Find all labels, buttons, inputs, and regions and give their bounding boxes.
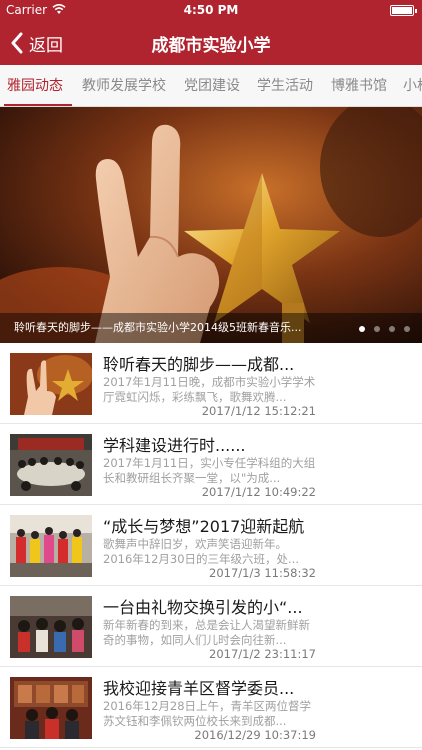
news-date: 2016/12/29 10:37:19	[194, 728, 316, 742]
page-indicator	[359, 326, 410, 332]
news-date: 2017/1/12 10:49:22	[201, 485, 316, 499]
news-summary: 2017年1月11日晚，成都市实验小学学术厅霓虹闪烁，彩练飘飞，歌舞欢腾...	[103, 375, 316, 404]
page-title: 成都市实验小学	[151, 36, 271, 56]
news-list: 聆听春天的脚步——成都... 2017年1月11日晚，成都市实验小学学术厅霓虹闪…	[0, 343, 422, 748]
news-title: 我校迎接青羊区督学委员...	[103, 679, 295, 698]
category-tabs: 雅园动态 教师发展学校 党团建设 学生活动 博雅书馆 小棉	[0, 65, 422, 107]
news-summary: 新年新春的到来，总是会让人渴望新鲜新奇的事物，如同人们儿时会向往新...	[103, 618, 310, 647]
news-thumbnail	[10, 353, 92, 415]
tab-boya-library[interactable]: 博雅书馆	[331, 65, 387, 106]
news-title: 聆听春天的脚步——成都...	[103, 355, 295, 374]
news-thumbnail	[10, 596, 92, 658]
tab-teacher-development[interactable]: 教师发展学校	[82, 65, 166, 106]
navigation-bar: 返回 成都市实验小学	[0, 20, 422, 65]
battery-icon	[390, 5, 417, 16]
page-dot-4	[404, 326, 410, 332]
banner-image	[0, 107, 422, 343]
page-dot-3	[389, 326, 395, 332]
active-tab-indicator	[4, 104, 72, 106]
page-dot-2	[374, 326, 380, 332]
status-time: 4:50 PM	[183, 3, 239, 17]
news-summary: 2017年1月11日，实小专任学科组的大组长和教研组长齐聚一堂，以"为成...	[103, 456, 316, 485]
page-dot-1	[359, 326, 365, 332]
tab-yayuan-news[interactable]: 雅园动态	[7, 65, 63, 106]
news-date: 2017/1/12 15:12:21	[201, 404, 316, 418]
banner-carousel[interactable]: 聆听春天的脚步——成都市实验小学2014级5班新春音乐...	[0, 107, 422, 343]
banner-caption: 聆听春天的脚步——成都市实验小学2014级5班新春音乐...	[14, 321, 302, 334]
news-thumbnail	[10, 515, 92, 577]
news-summary: 2016年12月28日上午，青羊区两位督学苏文钰和李佩钦两位校长来到成都...	[103, 699, 312, 728]
news-item[interactable]: 我校迎接青羊区督学委员... 2016年12月28日上午，青羊区两位督学苏文钰和…	[0, 667, 422, 748]
news-summary: 歌舞声中辞旧岁，欢声笑语迎新年。2016年12月30日的三年级六班，处...	[103, 537, 299, 566]
news-item[interactable]: 聆听春天的脚步——成都... 2017年1月11日晚，成都市实验小学学术厅霓虹闪…	[0, 343, 422, 424]
news-date: 2017/1/3 11:58:32	[209, 566, 316, 580]
news-thumbnail	[10, 434, 92, 496]
status-bar: Carrier 4:50 PM	[0, 0, 422, 20]
news-title: “成长与梦想”2017迎新起航	[103, 517, 305, 536]
news-thumbnail	[10, 677, 92, 739]
top-bar: Carrier 4:50 PM 返回 成都市实验小学	[0, 0, 422, 65]
news-item[interactable]: “成长与梦想”2017迎新起航 歌舞声中辞旧岁，欢声笑语迎新年。2016年12月…	[0, 505, 422, 586]
app-screen: Carrier 4:50 PM 返回 成都市实验小学 雅园动态 教师发展学校 党…	[0, 0, 422, 750]
news-title: 一台由礼物交换引发的小“...	[103, 598, 303, 617]
tab-student-activities[interactable]: 学生活动	[257, 65, 313, 106]
news-title: 学科建设进行时......	[103, 436, 246, 455]
tab-more[interactable]: 小棉	[403, 65, 422, 106]
news-item[interactable]: 一台由礼物交换引发的小“... 新年新春的到来，总是会让人渴望新鲜新奇的事物，如…	[0, 586, 422, 667]
tab-party-building[interactable]: 党团建设	[184, 65, 240, 106]
news-item[interactable]: 学科建设进行时...... 2017年1月11日，实小专任学科组的大组长和教研组…	[0, 424, 422, 505]
news-date: 2017/1/2 23:11:17	[209, 647, 316, 661]
